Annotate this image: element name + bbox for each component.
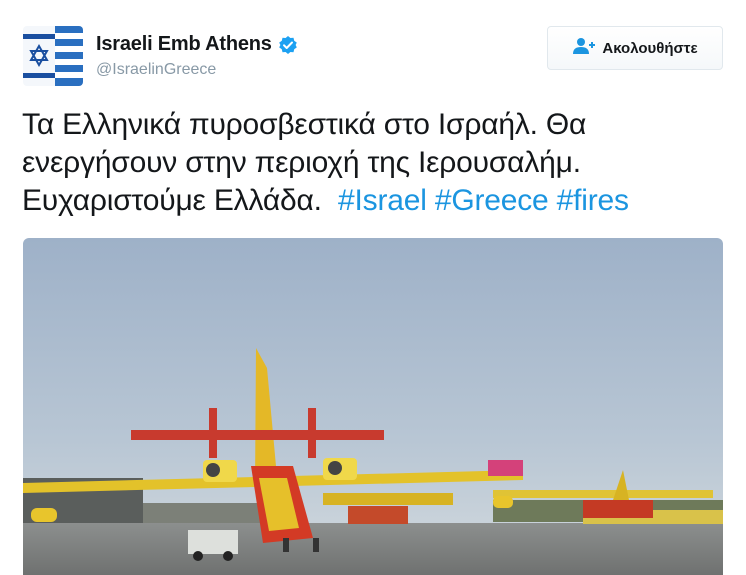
follow-button[interactable]: Ακολουθήστε xyxy=(547,26,723,70)
firefighting-aircraft-photo xyxy=(23,238,723,575)
hashtag-greece-link[interactable]: #Greece xyxy=(435,184,549,217)
tweet-photo[interactable] xyxy=(23,238,723,575)
hashtag-fires-link[interactable]: #fires xyxy=(557,184,629,217)
add-user-icon xyxy=(572,37,596,60)
tweet-text-line-1: Τα Ελληνικά πυροσβεστικά στο Ισραήλ. Θα xyxy=(22,108,587,141)
tweet-text-line-2: ενεργήσουν στην περιοχή της Ιερουσαλήμ. xyxy=(22,146,581,179)
tweet-text-line-3: Ευχαριστούμε Ελλάδα. #Israel #Greece #fi… xyxy=(22,182,722,220)
account-handle[interactable]: @IsraelinGreece xyxy=(96,61,216,79)
israel-greece-flag-icon xyxy=(23,26,83,86)
tweet-text-line-3-body: Ευχαριστούμε Ελλάδα. xyxy=(22,184,322,217)
hashtag-israel-link[interactable]: #Israel xyxy=(338,184,427,217)
avatar[interactable] xyxy=(23,26,83,86)
tweet-text: Τα Ελληνικά πυροσβεστικά στο Ισραήλ. Θα … xyxy=(22,106,722,220)
account-name-row[interactable]: Israeli Emb Athens xyxy=(96,33,298,56)
display-name[interactable]: Israeli Emb Athens xyxy=(96,33,272,56)
verified-badge-icon xyxy=(278,35,298,55)
tweet-card: Israeli Emb Athens @IsraelinGreece Ακολο… xyxy=(0,0,746,575)
follow-button-label: Ακολουθήστε xyxy=(602,39,698,57)
